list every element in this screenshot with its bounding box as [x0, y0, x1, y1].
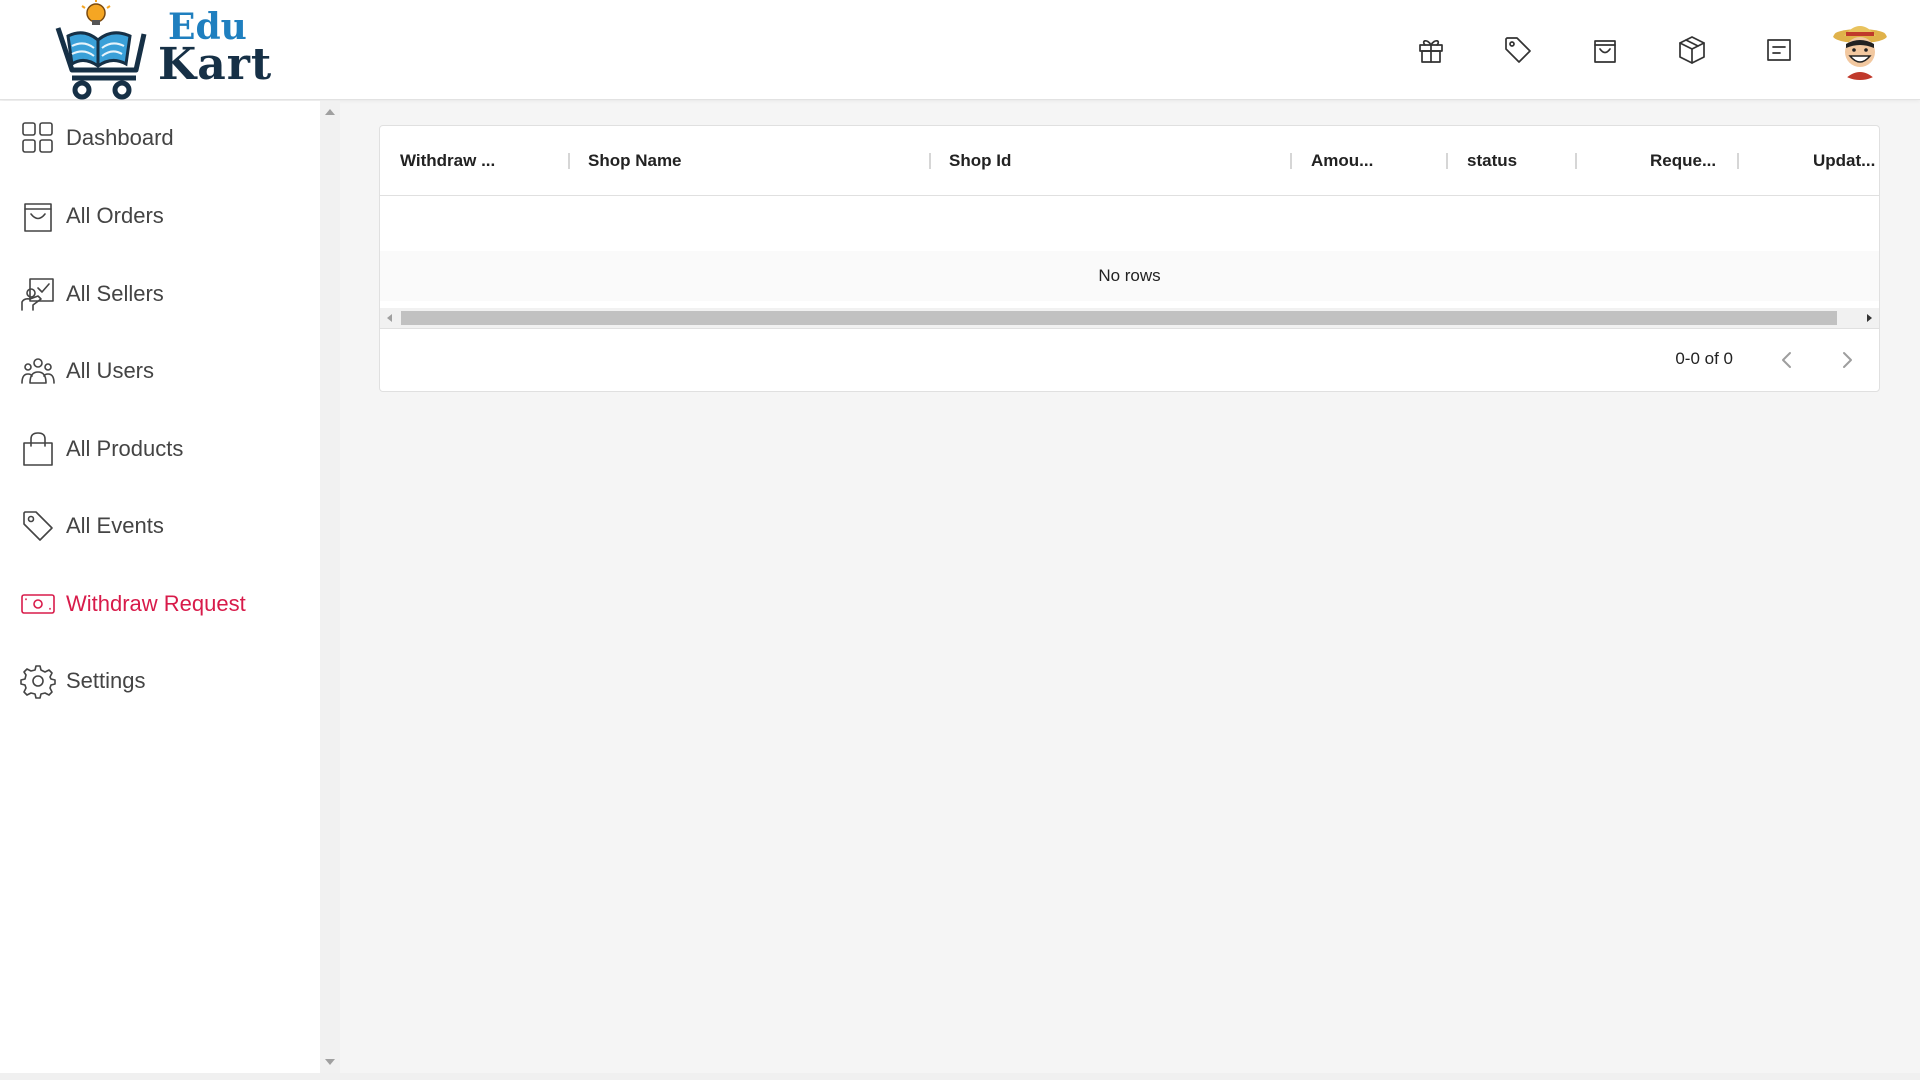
column-separator[interactable] — [568, 153, 570, 169]
chevron-left-icon — [1782, 352, 1791, 368]
sidebar-item-label: All Events — [66, 513, 164, 538]
table-header: Withdraw ... Shop Name Shop Id Amou... s… — [380, 126, 1879, 196]
scrollbar-thumb[interactable] — [401, 311, 1837, 325]
column-header-updated-at[interactable]: Updat... — [1813, 126, 1875, 196]
sidebar-item-label: All Users — [66, 358, 155, 383]
sidebar-scrollbar[interactable] — [320, 101, 340, 1073]
withdraw-requests-table: Withdraw ... Shop Name Shop Id Amou... s… — [379, 125, 1880, 392]
column-separator[interactable] — [1575, 153, 1577, 169]
sidebar-item-label: Withdraw Request — [66, 591, 246, 616]
chevron-right-icon — [1843, 352, 1852, 368]
sidebar-item-settings[interactable]: Settings — [20, 656, 146, 706]
empty-state-text: No rows — [380, 251, 1879, 301]
column-separator[interactable] — [929, 153, 931, 169]
sidebar-item-label: All Sellers — [66, 281, 164, 306]
bag-icon — [23, 432, 53, 466]
pagination-info: 0-0 of 0 — [1675, 349, 1733, 368]
book-cart-logo-icon — [55, 0, 147, 100]
bottom-scroll-track — [0, 1073, 1920, 1080]
top-header: Edu Kart — [0, 0, 1920, 100]
gift-icon[interactable] — [1387, 20, 1474, 80]
scroll-down-arrow-icon[interactable] — [325, 1059, 335, 1065]
column-header-status[interactable]: status — [1467, 126, 1517, 196]
scroll-up-arrow-icon[interactable] — [325, 109, 335, 115]
sidebar-item-label: All Products — [66, 436, 184, 461]
column-separator[interactable] — [1737, 153, 1739, 169]
sidebar-item-all-products[interactable]: All Products — [20, 424, 183, 474]
column-header-shop-id[interactable]: Shop Id — [949, 126, 1011, 196]
column-separator[interactable] — [1290, 153, 1292, 169]
avatar-icon — [1830, 20, 1890, 80]
sidebar-item-all-events[interactable]: All Events — [20, 501, 164, 551]
header-actions — [1387, 20, 1890, 80]
users-icon — [21, 358, 55, 384]
horizontal-scrollbar[interactable] — [380, 308, 1879, 328]
tag-icon[interactable] — [1474, 20, 1561, 80]
sidebar-item-label: All Orders — [66, 203, 164, 228]
message-icon[interactable] — [1735, 20, 1822, 80]
column-header-requested-at[interactable]: Reque... — [1650, 126, 1716, 196]
sellers-icon — [21, 278, 54, 311]
column-header-amount[interactable]: Amou... — [1311, 126, 1373, 196]
next-page-button[interactable] — [1830, 343, 1864, 377]
dashboard-grid-icon — [22, 122, 53, 153]
sidebar-item-label: Settings — [66, 668, 146, 693]
logo-text-kart: Kart — [158, 39, 273, 90]
scroll-right-arrow-icon[interactable] — [1867, 314, 1872, 322]
sidebar-item-dashboard[interactable]: Dashboard — [20, 113, 174, 163]
gear-icon — [20, 665, 56, 699]
sidebar-item-withdraw-request[interactable]: Withdraw Request — [20, 579, 246, 629]
tag-icon — [23, 511, 53, 541]
column-header-withdraw-id[interactable]: Withdraw ... — [400, 126, 495, 196]
money-icon — [21, 594, 55, 614]
column-header-shop-name[interactable]: Shop Name — [588, 126, 682, 196]
scroll-left-arrow-icon[interactable] — [387, 314, 392, 322]
sidebar-item-label: Dashboard — [66, 125, 174, 150]
shopping-bag-icon[interactable] — [1561, 20, 1648, 80]
previous-page-button[interactable] — [1770, 343, 1804, 377]
column-separator[interactable] — [1446, 153, 1448, 169]
shopping-bag-icon — [24, 203, 52, 232]
sidebar-item-all-orders[interactable]: All Orders — [20, 191, 164, 241]
sidebar-item-all-sellers[interactable]: All Sellers — [20, 269, 164, 319]
package-icon[interactable] — [1648, 20, 1735, 80]
table-pagination: 0-0 of 0 — [380, 328, 1879, 392]
user-avatar[interactable] — [1830, 20, 1890, 80]
sidebar-item-all-users[interactable]: All Users — [20, 346, 154, 396]
edukart-logo[interactable]: Edu Kart — [50, 0, 271, 100]
